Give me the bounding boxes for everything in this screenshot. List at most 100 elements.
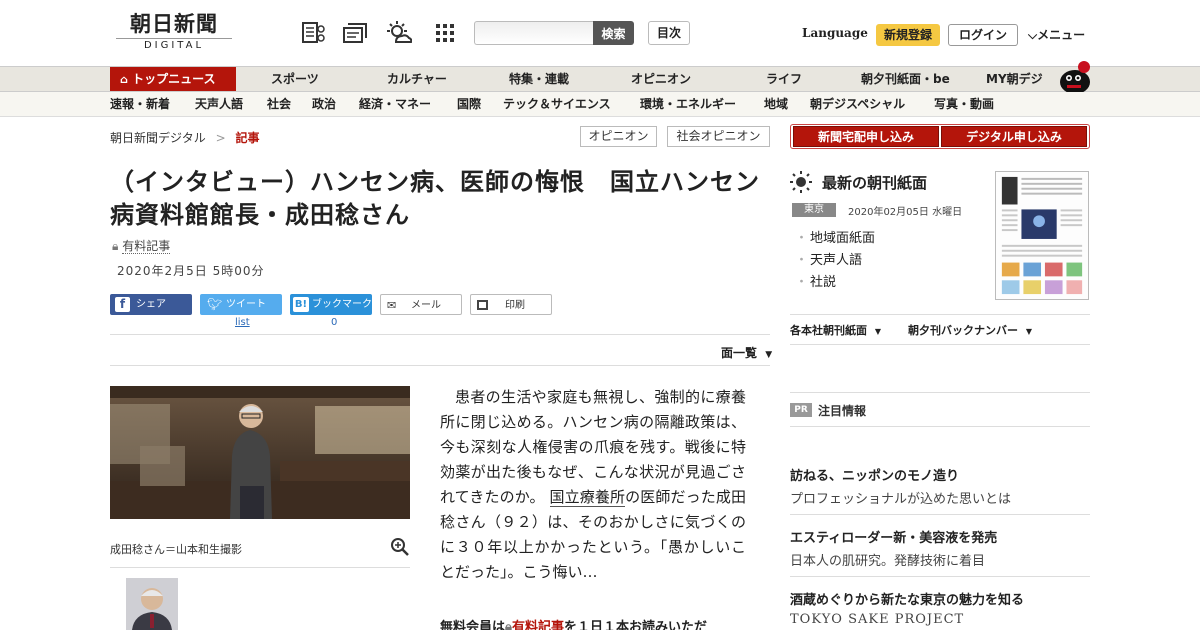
latest-paper-title[interactable]: 最新の朝刊紙面 bbox=[822, 172, 927, 193]
facebook-share-button[interactable]: f シェア bbox=[110, 294, 192, 315]
hatena-bookmark-button[interactable]: B! ブックマーク bbox=[290, 294, 372, 315]
caret-down-icon: ▼ bbox=[874, 327, 881, 336]
paid-label: 有料記事 bbox=[122, 239, 171, 254]
twitter-count[interactable]: list bbox=[235, 317, 250, 328]
nav-culture[interactable]: カルチャー bbox=[387, 67, 447, 91]
nav-tech-science[interactable]: テック＆サイエンス bbox=[503, 92, 611, 116]
apps-grid-icon[interactable] bbox=[432, 20, 458, 46]
divider bbox=[110, 334, 770, 335]
menu-button[interactable]: ⌵メニュー bbox=[1028, 26, 1085, 43]
secondary-nav: 速報・新着 天声人語 社会 政治 経済・マネー 国際 テック＆サイエンス 環境・… bbox=[0, 92, 1200, 117]
ad-title[interactable]: 訪ねる、ニッポンのモノ造り bbox=[790, 465, 959, 484]
sun-icon bbox=[790, 171, 812, 193]
regional-paper-label: 各本社朝刊紙面 bbox=[790, 324, 867, 337]
nav-sports[interactable]: スポーツ bbox=[271, 67, 319, 91]
nav-tensei-jingo[interactable]: 天声人語 bbox=[195, 92, 243, 116]
hatena-count[interactable]: 0 bbox=[331, 317, 337, 328]
ad-title[interactable]: エスティローダー新・美容液を発売 bbox=[790, 527, 997, 546]
print-button[interactable]: 印刷 bbox=[470, 294, 552, 315]
login-button[interactable]: ログイン bbox=[948, 24, 1018, 46]
divider bbox=[110, 567, 410, 568]
article-inline-link[interactable]: 国立療養所 bbox=[549, 488, 626, 507]
newspaper-thumbnail[interactable] bbox=[995, 171, 1089, 300]
paper-link-editorial[interactable]: 社説 bbox=[795, 272, 875, 294]
ad-title[interactable]: 酒蔵めぐりから新たな東京の魅力を知る bbox=[790, 589, 1024, 608]
twitter-share-button[interactable]: 🐦︎ ツイート bbox=[200, 294, 282, 315]
breadcrumb-separator: > bbox=[215, 131, 226, 145]
divider bbox=[110, 365, 770, 366]
nav-paper[interactable]: 朝夕刊紙面・be bbox=[861, 67, 950, 91]
divider bbox=[790, 344, 1090, 345]
search-button[interactable]: 検索 bbox=[593, 21, 634, 45]
paper-date: 2020年02月05日 水曜日 bbox=[848, 207, 963, 218]
weather-icon[interactable] bbox=[386, 20, 412, 46]
toc-button[interactable]: 目次 bbox=[648, 21, 690, 45]
signup-button[interactable]: 新規登録 bbox=[876, 24, 940, 46]
ad-subtitle[interactable]: プロフェッショナルが込めた思いとは bbox=[790, 488, 1011, 507]
nav-features[interactable]: 特集・連載 bbox=[509, 67, 569, 91]
tag-social-opinion[interactable]: 社会オピニオン bbox=[667, 126, 770, 147]
site-logo[interactable]: 朝日新聞 DIGITAL bbox=[116, 12, 232, 51]
region-badge: 東京 bbox=[792, 203, 836, 217]
language-link[interactable]: Language bbox=[802, 26, 868, 40]
publish-date: 2020年2月5日 5時00分 bbox=[117, 264, 265, 278]
tag-opinion[interactable]: オピニオン bbox=[580, 126, 657, 147]
back-number-dropdown[interactable]: 朝夕刊バックナンバー ▼ bbox=[908, 322, 1032, 338]
nav-opinion[interactable]: オピニオン bbox=[631, 67, 691, 91]
primary-nav: ⌂ トップニュース スポーツ カルチャー 特集・連載 オピニオン ライフ 朝夕刊… bbox=[0, 66, 1200, 92]
profile-thumbnail[interactable] bbox=[126, 578, 178, 630]
site-header: 朝日新聞 DIGITAL 検索 目次 Language 新規登録 ログイン ⌵メ… bbox=[0, 0, 1200, 66]
free-member-note: 無料会員は🔒︎有料記事を１日１本お読みいただ bbox=[440, 616, 707, 630]
nav-special[interactable]: 朝デジスペシャル bbox=[810, 92, 905, 116]
pr-badge: PR bbox=[790, 403, 812, 417]
divider bbox=[790, 392, 1090, 393]
twitter-share-label: ツイート bbox=[226, 299, 266, 310]
nav-politics[interactable]: 政治 bbox=[312, 92, 336, 116]
caret-down-icon: ▼ bbox=[1025, 327, 1032, 336]
page-list-dropdown[interactable]: 面一覧 ▼ bbox=[721, 344, 772, 361]
divider bbox=[790, 314, 1090, 315]
mascot-icon[interactable] bbox=[1055, 58, 1093, 94]
print-icon bbox=[477, 300, 488, 310]
nav-international[interactable]: 国際 bbox=[457, 92, 481, 116]
paid-badge[interactable]: 🔒︎ 有料記事 bbox=[112, 237, 171, 254]
logo-subtitle: DIGITAL bbox=[116, 38, 232, 51]
nav-society[interactable]: 社会 bbox=[267, 92, 291, 116]
article-photo[interactable] bbox=[110, 386, 410, 519]
hatena-share-label: ブックマーク bbox=[312, 299, 372, 310]
paper-link-tensei[interactable]: 天声人語 bbox=[795, 250, 875, 272]
zoom-icon[interactable] bbox=[390, 537, 410, 557]
ad-subtitle[interactable]: TOKYO SAKE PROJECT bbox=[790, 612, 964, 627]
nav-top-news[interactable]: ⌂ トップニュース bbox=[110, 67, 236, 91]
chevron-down-icon: ⌵ bbox=[1028, 28, 1038, 42]
divider bbox=[790, 514, 1090, 515]
nav-top-news-label: トップニュース bbox=[132, 72, 216, 86]
print-label: 印刷 bbox=[505, 300, 525, 311]
nav-my-asahi[interactable]: MY朝デジ bbox=[986, 67, 1043, 91]
ad-subtitle[interactable]: 日本人の肌研究。発酵技術に着目 bbox=[790, 550, 985, 569]
newspaper-delivery-icon[interactable] bbox=[342, 20, 368, 46]
divider bbox=[790, 426, 1090, 427]
paper-reader-icon[interactable] bbox=[301, 20, 327, 46]
regional-paper-dropdown[interactable]: 各本社朝刊紙面 ▼ bbox=[790, 322, 881, 338]
nav-life[interactable]: ライフ bbox=[766, 67, 802, 91]
caret-down-icon: ▼ bbox=[765, 350, 773, 360]
nav-environment[interactable]: 環境・エネルギー bbox=[640, 92, 736, 116]
free-note-text-2: を１日１本お読みいただ bbox=[563, 620, 707, 630]
paper-links: 地域面紙面 天声人語 社説 bbox=[795, 228, 875, 294]
search-input[interactable] bbox=[474, 21, 594, 45]
free-note-link[interactable]: 有料記事 bbox=[512, 620, 564, 630]
mail-icon: ✉︎ bbox=[387, 299, 397, 312]
mail-share-button[interactable]: ✉︎ メール bbox=[380, 294, 462, 315]
nav-economy[interactable]: 経済・マネー bbox=[359, 92, 431, 116]
nav-latest[interactable]: 速報・新着 bbox=[110, 92, 170, 116]
hatena-icon: B! bbox=[293, 297, 309, 312]
nav-regional[interactable]: 地域 bbox=[764, 92, 788, 116]
subscribe-digital-button[interactable]: デジタル申し込み bbox=[941, 126, 1087, 147]
nav-photo-video[interactable]: 写真・動画 bbox=[934, 92, 994, 116]
menu-label: メニュー bbox=[1037, 28, 1086, 42]
breadcrumb-home[interactable]: 朝日新聞デジタル bbox=[110, 131, 206, 145]
facebook-icon: f bbox=[115, 297, 130, 312]
subscribe-paper-button[interactable]: 新聞宅配申し込み bbox=[793, 126, 939, 147]
paper-link-regional[interactable]: 地域面紙面 bbox=[795, 228, 875, 250]
